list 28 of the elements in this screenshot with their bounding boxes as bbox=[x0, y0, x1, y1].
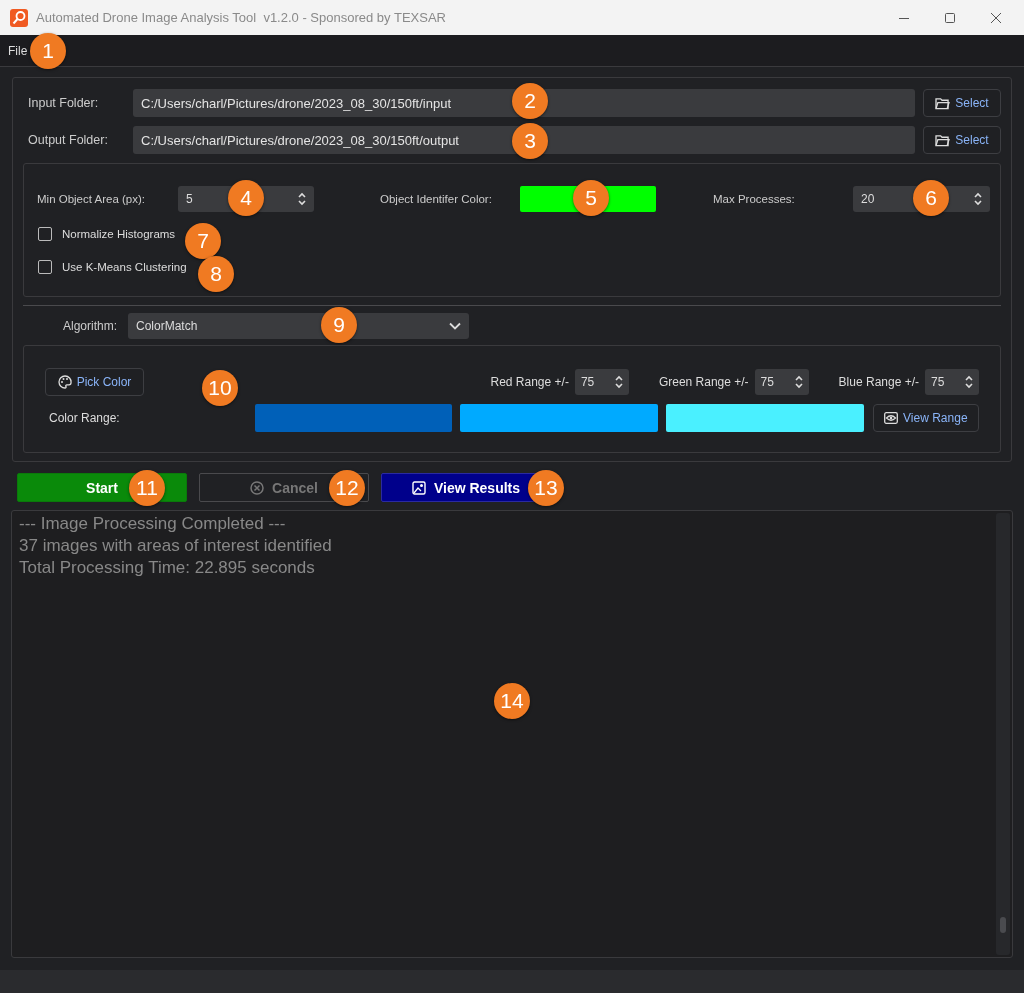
folder-label: Output Folder: bbox=[27, 133, 109, 147]
callout-tooltip: 10 bbox=[202, 370, 238, 406]
option-label: Max Processes: bbox=[713, 193, 796, 205]
callout-tooltip: 2 bbox=[512, 83, 548, 119]
checkbox-label: Use K-Means Clustering bbox=[62, 261, 187, 273]
callout-tooltip: 3 bbox=[512, 123, 548, 159]
callout-tooltip: 12 bbox=[329, 470, 365, 506]
callout-tooltip: 6 bbox=[913, 180, 949, 216]
option-label: Min Object Area (px): bbox=[37, 193, 146, 205]
checkbox-label: Normalize Histograms bbox=[62, 228, 176, 240]
callout-tooltip: 9 bbox=[321, 307, 357, 343]
callout-tooltip: 8 bbox=[198, 256, 234, 292]
range-label: Blue Range +/- bbox=[838, 375, 919, 389]
callout-tooltip: 11 bbox=[129, 470, 165, 506]
log-line: 37 images with areas of interest identified bbox=[19, 535, 333, 557]
range-label: Green Range +/- bbox=[658, 375, 749, 389]
range-label: Red Range +/- bbox=[490, 375, 569, 389]
algorithm-label: Algorithm: bbox=[62, 319, 119, 333]
folder-label: Input Folder: bbox=[27, 96, 100, 110]
color-range-label: Color Range: bbox=[48, 411, 121, 425]
callout-tooltip: 13 bbox=[528, 470, 564, 506]
callout-tooltip: 4 bbox=[228, 180, 264, 216]
log-line: Total Processing Time: 22.895 seconds bbox=[19, 557, 316, 579]
window-title: Automated Drone Image Analysis Tool v1.2.0 - Sponsored by TEXSAR bbox=[36, 10, 446, 25]
callout-tooltip: 7 bbox=[185, 223, 221, 259]
callout-tooltip: 5 bbox=[573, 180, 609, 216]
log-line: --- Image Processing Completed --- bbox=[19, 513, 287, 535]
option-label: Object Identifer Color: bbox=[380, 193, 493, 205]
